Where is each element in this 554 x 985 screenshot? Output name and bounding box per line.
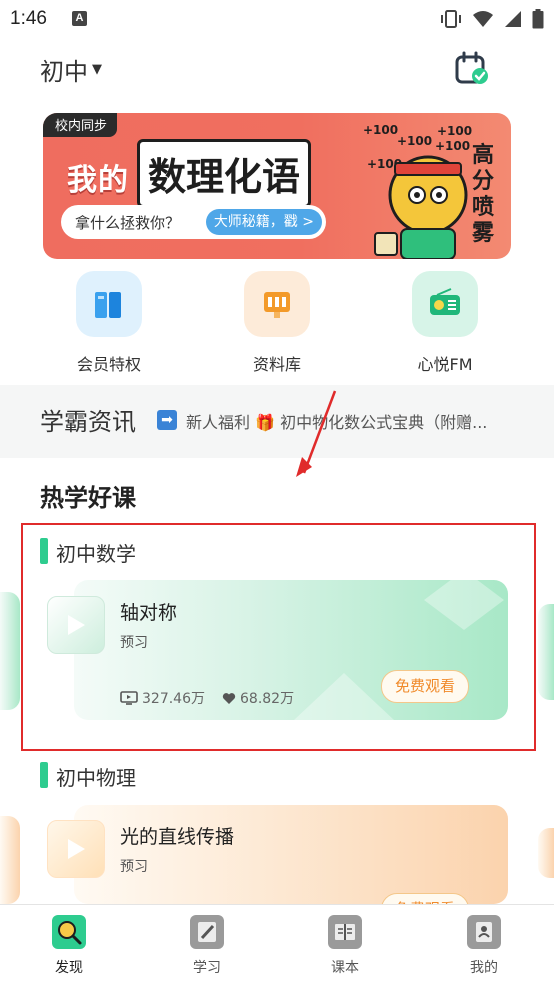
banner-pill[interactable]: 拿什么拯救你？ 大师秘籍，戳 >	[61, 205, 326, 239]
tile-fm[interactable]: 心悦FM	[385, 271, 505, 375]
news-strip[interactable]: 学霸资讯 ➡ 新人福利 🎁 初中物化数公式宝典（附赠...	[0, 385, 554, 458]
grade-label: 初中	[40, 58, 88, 86]
course-card-physics[interactable]	[74, 805, 508, 904]
subject-marker	[40, 762, 48, 788]
banner-pill-text: 拿什么拯救你？	[75, 213, 181, 232]
notification-a-icon: A	[72, 11, 87, 26]
arrow-right-icon: ➡	[157, 410, 177, 430]
membership-book-icon	[76, 271, 142, 337]
signal-icon	[505, 11, 521, 27]
tile-membership[interactable]: 会员特权	[49, 271, 169, 375]
nav-item-textbook[interactable]: 课本	[290, 905, 400, 985]
checkin-calendar-button[interactable]	[452, 50, 492, 88]
discover-icon	[52, 915, 86, 949]
battery-icon	[532, 9, 544, 29]
profile-icon	[467, 915, 501, 949]
bottom-nav: 发现 学习 课本 我的	[0, 904, 554, 985]
nav-label: 学习	[193, 960, 221, 976]
course-title[interactable]: 光的直线传播	[120, 822, 234, 849]
study-icon	[190, 915, 224, 949]
banner-title-main: 数理化语	[137, 139, 312, 208]
banner-pill-button[interactable]: 大师秘籍，戳 >	[205, 209, 322, 235]
textbook-icon	[328, 915, 362, 949]
tile-label: 心悦FM	[417, 355, 473, 374]
course-type: 预习	[120, 859, 148, 875]
calendar-check-icon	[455, 51, 488, 84]
tile-label: 会员特权	[76, 355, 141, 374]
nav-item-profile[interactable]: 我的	[429, 905, 539, 985]
tile-library[interactable]: 资料库	[217, 271, 337, 375]
play-icon	[68, 839, 85, 859]
tile-label: 资料库	[252, 355, 301, 374]
news-title: 学霸资讯	[40, 408, 136, 436]
hot-lessons-title: 热学好课	[40, 484, 136, 512]
vibrate-icon	[441, 10, 461, 28]
prev-card-peek[interactable]	[0, 816, 20, 904]
nav-label: 我的	[470, 960, 498, 976]
radio-icon	[412, 271, 478, 337]
caret-down-icon: ▼	[92, 62, 102, 77]
annotation-arrow-icon	[296, 390, 337, 477]
play-button[interactable]	[47, 820, 105, 878]
subject-label-physics: 初中物理	[56, 766, 136, 790]
next-card-peek[interactable]	[538, 604, 554, 700]
nav-item-study[interactable]: 学习	[152, 905, 262, 985]
promo-banner[interactable]: 校内同步 我的 数理化语 拿什么拯救你？ 大师秘籍，戳 > +100 +100 …	[43, 113, 511, 259]
prev-card-peek[interactable]	[0, 592, 20, 710]
status-bar: 1:46 A	[0, 0, 554, 38]
banner-tag: 校内同步	[43, 113, 118, 137]
status-time: 1:46	[10, 8, 47, 29]
news-headline-part1: 新人福利	[186, 413, 251, 432]
gift-icon: 🎁	[255, 413, 276, 432]
library-icon	[244, 271, 310, 337]
lion-mascot-icon	[374, 155, 468, 259]
next-card-peek[interactable]	[538, 828, 554, 878]
banner-side-text: 高分喷雾	[471, 143, 494, 246]
banner-title-prefix: 我的	[67, 163, 129, 198]
nav-label: 课本	[331, 960, 359, 976]
wifi-icon	[473, 11, 493, 27]
nav-label: 发现	[55, 960, 83, 976]
grade-selector[interactable]: 初中 ▼	[40, 52, 102, 87]
nav-item-discover[interactable]: 发现	[14, 905, 124, 985]
highlight-box	[21, 523, 536, 751]
status-icons	[440, 8, 544, 30]
